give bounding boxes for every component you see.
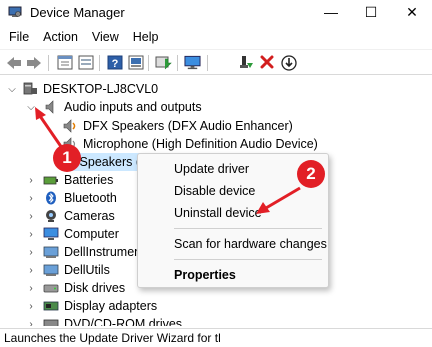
tree-category-label: Bluetooth bbox=[64, 191, 117, 205]
help-icon[interactable]: ? bbox=[106, 54, 123, 71]
forward-icon[interactable] bbox=[25, 54, 42, 71]
chevron-down-icon[interactable]: ⌵ bbox=[7, 80, 17, 98]
chevron-right-icon[interactable]: › bbox=[26, 279, 36, 297]
device-manager-icon bbox=[8, 6, 22, 17]
device-icon bbox=[43, 264, 59, 276]
toolbar-separator bbox=[48, 55, 49, 71]
menu-file[interactable]: File bbox=[0, 30, 36, 44]
battery-icon bbox=[43, 176, 58, 185]
tree-category-label: Computer bbox=[64, 227, 119, 241]
menu-disable-device[interactable]: Disable device bbox=[139, 180, 327, 202]
chevron-right-icon[interactable]: › bbox=[26, 243, 36, 261]
tree-category-label: Audio inputs and outputs bbox=[64, 100, 202, 114]
maximize-icon: ☐ bbox=[364, 3, 378, 20]
tree-item-microphone[interactable]: Microphone (High Definition Audio Device… bbox=[62, 135, 318, 153]
tree-category-bluetooth[interactable]: Bluetooth bbox=[43, 189, 117, 207]
audio-device-icon bbox=[63, 119, 76, 133]
maximize-button[interactable]: ☐ bbox=[351, 0, 391, 24]
tree-item-label: Speakers ( bbox=[79, 155, 140, 169]
title-bar: Device Manager — ☐ ✕ bbox=[0, 0, 432, 26]
chevron-right-icon[interactable]: › bbox=[26, 225, 36, 243]
enable-device-icon[interactable] bbox=[237, 54, 254, 71]
tree-category-dellutils[interactable]: DellUtils bbox=[43, 261, 110, 279]
toolbar-separator bbox=[148, 55, 149, 71]
tree-category-dellinstrumen[interactable]: DellInstrumen bbox=[43, 243, 141, 261]
tree-category-display-adapters[interactable]: Display adapters bbox=[43, 297, 157, 315]
properties-icon[interactable] bbox=[56, 54, 73, 71]
tree-item-dfx-speakers[interactable]: DFX Speakers (DFX Audio Enhancer) bbox=[62, 117, 293, 135]
tree-category-disk-drives[interactable]: Disk drives bbox=[43, 279, 125, 297]
svg-text:?: ? bbox=[111, 58, 118, 70]
menu-scan-hardware[interactable]: Scan for hardware changes bbox=[139, 233, 327, 255]
scan-hardware-icon[interactable] bbox=[155, 54, 172, 71]
toolbar-separator bbox=[207, 55, 208, 71]
tree-root-label: DESKTOP-LJ8CVL0 bbox=[43, 82, 159, 96]
chevron-right-icon[interactable]: › bbox=[26, 261, 36, 279]
step-badge-2: 2 bbox=[297, 160, 325, 188]
menu-separator bbox=[174, 228, 322, 229]
bluetooth-icon bbox=[46, 191, 56, 205]
tree-category-label: DellUtils bbox=[64, 263, 110, 277]
minimize-button[interactable]: — bbox=[311, 0, 351, 24]
chevron-right-icon[interactable]: › bbox=[26, 171, 36, 189]
tree-category-label: Disk drives bbox=[64, 281, 126, 295]
tree-category-batteries[interactable]: Batteries bbox=[43, 171, 113, 189]
disk-drive-icon bbox=[43, 284, 59, 293]
chevron-right-icon[interactable]: › bbox=[26, 207, 36, 225]
chevron-right-icon[interactable]: › bbox=[26, 315, 36, 327]
step-badge-1: 1 bbox=[53, 144, 81, 172]
menu-help[interactable]: Help bbox=[126, 30, 166, 44]
uninstall-icon[interactable] bbox=[258, 54, 275, 71]
menu-uninstall-device[interactable]: Uninstall device bbox=[139, 202, 327, 224]
tree-category-label: DVD/CD-ROM drives bbox=[64, 317, 183, 326]
window-title: Device Manager bbox=[30, 5, 125, 20]
close-icon: ✕ bbox=[406, 3, 418, 20]
menu-action[interactable]: Action bbox=[36, 30, 85, 44]
monitor-icon[interactable] bbox=[184, 54, 201, 71]
tree-category-label: Batteries bbox=[64, 173, 114, 187]
status-text: Launches the Update Driver Wizard for tl bbox=[4, 331, 221, 345]
camera-icon bbox=[46, 210, 56, 222]
dvd-drive-icon bbox=[43, 319, 59, 326]
chevron-right-icon[interactable]: › bbox=[26, 297, 36, 315]
toolbar-separator bbox=[177, 55, 178, 71]
tree-category-label: Cameras bbox=[64, 209, 115, 223]
tree-category-label: DellInstrumen bbox=[64, 245, 142, 259]
toolbar-separator bbox=[99, 55, 100, 71]
menu-properties[interactable]: Properties bbox=[139, 264, 327, 286]
display-adapter-icon bbox=[43, 301, 59, 311]
device-icon bbox=[43, 246, 59, 258]
download-icon[interactable] bbox=[280, 54, 297, 71]
tree-category-label: Display adapters bbox=[64, 299, 158, 313]
menu-bar: File Action View Help bbox=[0, 27, 432, 47]
tree-category-cameras[interactable]: Cameras bbox=[43, 207, 115, 225]
tree-item-label: Microphone (High Definition Audio Device… bbox=[83, 137, 318, 151]
chevron-down-icon[interactable]: ⌵ bbox=[26, 98, 36, 116]
menu-view[interactable]: View bbox=[85, 30, 126, 44]
tree-category-computer[interactable]: Computer bbox=[43, 225, 119, 243]
show-hide-icon[interactable] bbox=[77, 54, 94, 71]
speaker-icon bbox=[45, 100, 54, 114]
tree-item-label: DFX Speakers (DFX Audio Enhancer) bbox=[83, 119, 293, 133]
computer-icon bbox=[23, 82, 37, 95]
tree-category-dvd-cd-rom[interactable]: DVD/CD-ROM drives bbox=[43, 315, 182, 326]
menu-separator bbox=[174, 259, 322, 260]
back-icon[interactable] bbox=[5, 54, 22, 71]
tree-root[interactable]: DESKTOP-LJ8CVL0 bbox=[22, 80, 158, 98]
tree-category-audio[interactable]: Audio inputs and outputs bbox=[43, 98, 202, 116]
toolbar: ? bbox=[0, 49, 432, 75]
status-bar: Launches the Update Driver Wizard for tl bbox=[0, 328, 432, 347]
minimize-icon: — bbox=[324, 4, 338, 20]
chevron-right-icon[interactable]: › bbox=[26, 189, 36, 207]
close-button[interactable]: ✕ bbox=[392, 0, 432, 24]
update-driver-icon[interactable] bbox=[127, 54, 144, 71]
monitor-icon bbox=[43, 227, 59, 240]
